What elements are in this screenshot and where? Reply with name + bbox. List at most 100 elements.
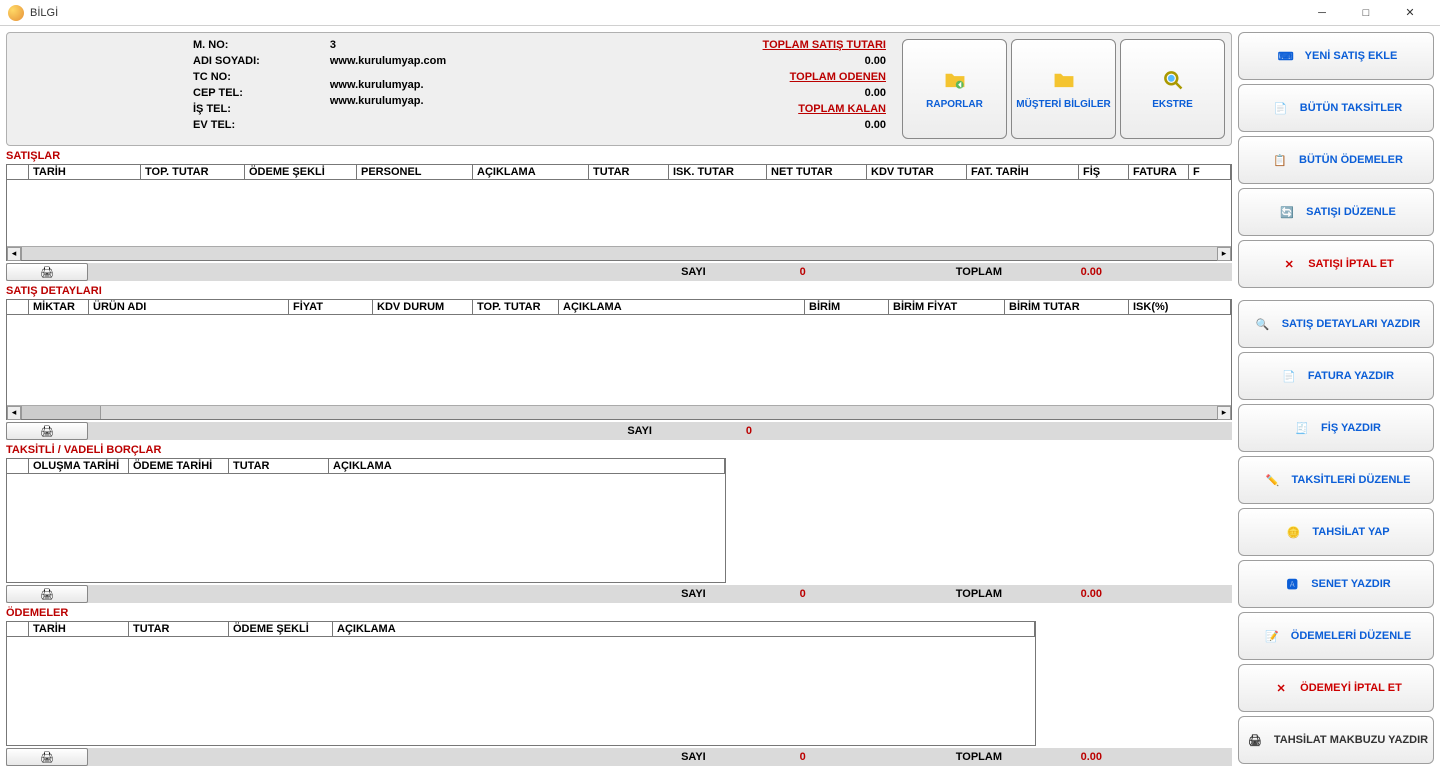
app-icon: [8, 5, 24, 21]
butun-odemeler-button[interactable]: 📋BÜTÜN ÖDEMELER: [1238, 136, 1434, 184]
edit-doc-icon: 📝: [1261, 625, 1283, 647]
printer-icon: 🖨: [40, 588, 54, 601]
document-icon: 📄: [1270, 97, 1292, 119]
ekstre-label: EKSTRE: [1152, 99, 1193, 110]
col-olusma[interactable]: OLUŞMA TARİHİ: [29, 459, 129, 473]
tahsilat-makbuz-button[interactable]: 🖨TAHSİLAT MAKBUZU YAZDIR: [1238, 716, 1434, 764]
col-isktutar[interactable]: ISK. TUTAR: [669, 165, 767, 179]
col-f[interactable]: F: [1189, 165, 1231, 179]
col-birimtutar[interactable]: BİRİM TUTAR: [1005, 300, 1129, 314]
print-odemeler-button[interactable]: 🖨: [6, 748, 88, 766]
col-toptutar2[interactable]: TOP. TUTAR: [473, 300, 559, 314]
print-taksit-button[interactable]: 🖨: [6, 585, 88, 603]
odemeler-grid[interactable]: TARİH TUTAR ÖDEME ŞEKLİ AÇIKLAMA: [6, 621, 1036, 746]
customer-info-panel: M. NO: ADI SOYADI: TC NO: CEP TEL: İŞ TE…: [6, 32, 1232, 146]
sidebar: ⌨YENİ SATIŞ EKLE 📄BÜTÜN TAKSİTLER 📋BÜTÜN…: [1238, 32, 1434, 766]
value-ev: www.kurulumyap.: [330, 95, 446, 107]
yeni-satis-ekle-button[interactable]: ⌨YENİ SATIŞ EKLE: [1238, 32, 1434, 80]
odemeleri-duzenle-button[interactable]: 📝ÖDEMELERİ DÜZENLE: [1238, 612, 1434, 660]
odemeyi-iptal-button[interactable]: ✕ÖDEMEYİ İPTAL ET: [1238, 664, 1434, 712]
musteri-card[interactable]: MÜŞTERİ BİLGİLER: [1011, 39, 1116, 139]
col-fiyat[interactable]: FİYAT: [289, 300, 373, 314]
detaylar-scrollbar[interactable]: ◂▸: [7, 405, 1231, 419]
col-fattarih[interactable]: FAT. TARİH: [967, 165, 1079, 179]
col-toptutar[interactable]: TOP. TUTAR: [141, 165, 245, 179]
label-adsoy: ADI SOYADI:: [193, 55, 260, 67]
odemeler-toplam: 0.00: [1042, 751, 1102, 763]
odemeler-title: ÖDEMELER: [6, 607, 1232, 619]
value-adsoy: www.kurulumyap.com: [330, 55, 446, 67]
print-satislar-button[interactable]: 🖨: [6, 263, 88, 281]
print-icon: 🖨: [1244, 729, 1266, 751]
col-odemesekli[interactable]: ÖDEME ŞEKLİ: [229, 622, 333, 636]
col-birimfiyat[interactable]: BİRİM FİYAT: [889, 300, 1005, 314]
satislar-toplam: 0.00: [1042, 266, 1102, 278]
detaylar-grid[interactable]: MİKTAR ÜRÜN ADI FİYAT KDV DURUM TOP. TUT…: [6, 299, 1232, 420]
col-aciklama[interactable]: AÇIKLAMA: [473, 165, 589, 179]
value-total-kalan: 0.00: [816, 119, 886, 131]
col-fis[interactable]: FİŞ: [1079, 165, 1129, 179]
detaylar-sayi-lbl: SAYI: [627, 425, 652, 437]
col-kdvdurum[interactable]: KDV DURUM: [373, 300, 473, 314]
col-tutar2[interactable]: TUTAR: [229, 459, 329, 473]
label-total-odenen: TOPLAM ODENEN: [790, 71, 886, 83]
satislar-toplam-lbl: TOPLAM: [956, 266, 1002, 278]
col-aciklama4[interactable]: AÇIKLAMA: [333, 622, 1035, 636]
col-aciklama3[interactable]: AÇIKLAMA: [329, 459, 725, 473]
printer-icon: 🖨: [40, 425, 54, 438]
folder-icon: [1053, 69, 1075, 91]
satisi-duzenle-button[interactable]: 🔄SATIŞI DÜZENLE: [1238, 188, 1434, 236]
ekstre-card[interactable]: EKSTRE: [1120, 39, 1225, 139]
satislar-sayi-lbl: SAYI: [681, 266, 706, 278]
taksitleri-duzenle-button[interactable]: ✏️TAKSİTLERİ DÜZENLE: [1238, 456, 1434, 504]
fis-yazdir-button[interactable]: 🧾FİŞ YAZDIR: [1238, 404, 1434, 452]
printer-icon: 🖨: [40, 751, 54, 764]
satislar-title: SATIŞLAR: [6, 150, 1232, 162]
maximize-button[interactable]: □: [1344, 0, 1388, 26]
label-ev: EV TEL:: [193, 119, 260, 131]
col-fatura[interactable]: FATURA: [1129, 165, 1189, 179]
tahsilat-yap-button[interactable]: 🪙TAHSİLAT YAP: [1238, 508, 1434, 556]
label-cep: CEP TEL:: [193, 87, 260, 99]
col-isk[interactable]: ISK(%): [1129, 300, 1231, 314]
detaylar-footer: 🖨 SAYI 0: [6, 422, 1232, 440]
col-urunadi[interactable]: ÜRÜN ADI: [89, 300, 289, 314]
col-odemetarih[interactable]: ÖDEME TARİHİ: [129, 459, 229, 473]
butun-taksitler-button[interactable]: 📄BÜTÜN TAKSİTLER: [1238, 84, 1434, 132]
font-icon: 🅰: [1281, 573, 1303, 595]
satislar-scrollbar[interactable]: ◂▸: [7, 246, 1231, 260]
satisi-iptal-button[interactable]: ✕SATIŞI İPTAL ET: [1238, 240, 1434, 288]
close-button[interactable]: ✕: [1388, 0, 1432, 26]
label-is: İŞ TEL:: [193, 103, 260, 115]
senet-yazdir-button[interactable]: 🅰SENET YAZDIR: [1238, 560, 1434, 608]
col-nettutar[interactable]: NET TUTAR: [767, 165, 867, 179]
value-is: www.kurulumyap.: [330, 79, 446, 91]
satis-detay-yazdir-button[interactable]: 🔍SATIŞ DETAYLARI YAZDIR: [1238, 300, 1434, 348]
taksit-grid[interactable]: OLUŞMA TARİHİ ÖDEME TARİHİ TUTAR AÇIKLAM…: [6, 458, 726, 583]
odemeler-sayi-lbl: SAYI: [681, 751, 706, 763]
col-tarih2[interactable]: TARİH: [29, 622, 129, 636]
col-tutar3[interactable]: TUTAR: [129, 622, 229, 636]
col-kdvtutar[interactable]: KDV TUTAR: [867, 165, 967, 179]
taksit-toplam-lbl: TOPLAM: [956, 588, 1002, 600]
col-tarih[interactable]: TARİH: [29, 165, 141, 179]
col-aciklama2[interactable]: AÇIKLAMA: [559, 300, 805, 314]
fatura-yazdir-button[interactable]: 📄FATURA YAZDIR: [1238, 352, 1434, 400]
print-detaylar-button[interactable]: 🖨: [6, 422, 88, 440]
col-odeme[interactable]: ÖDEME ŞEKLİ: [245, 165, 357, 179]
taksit-toplam: 0.00: [1042, 588, 1102, 600]
col-personel[interactable]: PERSONEL: [357, 165, 473, 179]
detaylar-sayi: 0: [692, 425, 752, 437]
raporlar-card[interactable]: RAPORLAR: [902, 39, 1007, 139]
col-tutar[interactable]: TUTAR: [589, 165, 669, 179]
satislar-footer: 🖨 SAYI 0 TOPLAM 0.00: [6, 263, 1232, 281]
receipt-icon: 🧾: [1291, 417, 1313, 439]
minimize-button[interactable]: ─: [1300, 0, 1344, 26]
col-miktar[interactable]: MİKTAR: [29, 300, 89, 314]
odemeler-footer: 🖨 SAYI 0 TOPLAM 0.00: [6, 748, 1232, 766]
refresh-icon: 🔄: [1276, 201, 1298, 223]
satislar-grid[interactable]: TARİH TOP. TUTAR ÖDEME ŞEKLİ PERSONEL AÇ…: [6, 164, 1232, 261]
value-total-odenen: 0.00: [816, 87, 886, 99]
col-birim[interactable]: BİRİM: [805, 300, 889, 314]
search-icon: 🔍: [1252, 313, 1274, 335]
